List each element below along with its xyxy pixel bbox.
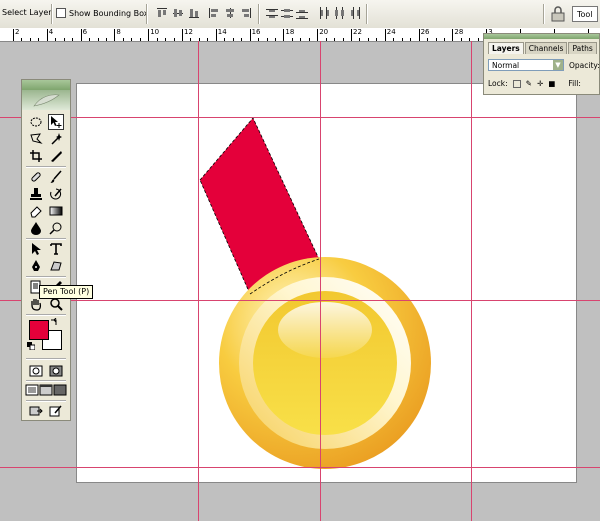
lock-all-icon[interactable]: ■ [548, 79, 555, 88]
fill-label: Fill: [568, 79, 581, 88]
toolbox-divider [26, 238, 66, 240]
pen-tool-icon[interactable] [28, 258, 44, 274]
slice-tool-icon[interactable] [48, 148, 64, 164]
eraser-tool-icon[interactable] [28, 203, 44, 219]
toolbox-divider [26, 166, 66, 168]
standard-mode-icon[interactable] [28, 363, 44, 379]
blend-mode-select[interactable]: Normal ▼ [488, 59, 564, 71]
quick-mask-mode-icon[interactable] [48, 363, 64, 379]
full-screen-menu-mode-icon[interactable] [39, 383, 53, 397]
toolbox-divider [26, 380, 66, 382]
lock-label: Lock: [488, 79, 508, 88]
brush-tool-icon[interactable] [48, 169, 64, 185]
full-screen-mode-icon[interactable] [53, 383, 67, 397]
tab-layers[interactable]: Layers [488, 42, 524, 54]
pen-tool-tooltip: Pen Tool (P) [39, 285, 94, 299]
path-selection-tool-icon[interactable] [28, 241, 44, 257]
toolbox-divider [26, 400, 66, 402]
layers-panel-tabs: Layers Channels Paths [488, 42, 597, 54]
magic-wand-tool-icon[interactable] [48, 131, 64, 147]
toolbox-divider [26, 276, 66, 278]
move-tool-icon[interactable] [48, 114, 64, 130]
vertical-guide[interactable] [471, 41, 472, 521]
default-colors-icon[interactable] [27, 342, 35, 350]
blur-tool-icon[interactable] [28, 220, 44, 236]
vertical-guide[interactable] [320, 41, 321, 521]
tab-paths[interactable]: Paths [568, 42, 597, 54]
vertical-guide[interactable] [198, 41, 199, 521]
horizontal-guide[interactable] [0, 117, 600, 118]
blend-mode-value: Normal [492, 61, 520, 70]
horizontal-guide[interactable] [0, 300, 600, 301]
type-tool-icon[interactable] [48, 241, 64, 257]
foreground-color-swatch[interactable] [29, 320, 49, 340]
edit-in-imageready-icon[interactable] [48, 403, 64, 419]
clone-stamp-tool-icon[interactable] [28, 186, 44, 202]
healing-brush-tool-icon[interactable] [28, 169, 44, 185]
custom-shape-tool-icon[interactable] [48, 258, 64, 274]
toolbox-divider [26, 314, 66, 316]
lock-row: Lock: ✎ ✛ ■ Fill: [488, 79, 581, 88]
standard-screen-mode-icon[interactable] [25, 383, 39, 397]
lock-image-icon[interactable]: ✎ [526, 79, 532, 88]
feather-logo-icon[interactable] [22, 90, 70, 110]
lock-position-icon[interactable]: ✛ [537, 79, 543, 88]
toolbox-divider [26, 358, 66, 360]
swap-colors-icon[interactable] [49, 318, 59, 328]
layers-panel: Layers Channels Paths Normal ▼ Opacity: … [483, 33, 600, 95]
lasso-tool-icon[interactable] [28, 131, 44, 147]
layers-panel-title-bar[interactable] [484, 34, 599, 39]
jump-to-imageready-icon[interactable] [28, 403, 44, 419]
history-brush-tool-icon[interactable] [48, 186, 64, 202]
chevron-down-icon[interactable]: ▼ [553, 60, 563, 70]
crop-tool-icon[interactable] [28, 148, 44, 164]
lock-transparency-icon[interactable] [512, 79, 521, 88]
tab-channels[interactable]: Channels [524, 42, 568, 54]
horizontal-guide[interactable] [0, 467, 600, 468]
medal-gloss [278, 302, 372, 358]
marquee-tool-icon[interactable] [28, 114, 44, 130]
dodge-tool-icon[interactable] [48, 220, 64, 236]
toolbox-panel [21, 79, 71, 421]
opacity-label: Opacity: [569, 61, 600, 70]
gradient-tool-icon[interactable] [48, 203, 64, 219]
toolbox-title-bar[interactable] [22, 80, 70, 90]
